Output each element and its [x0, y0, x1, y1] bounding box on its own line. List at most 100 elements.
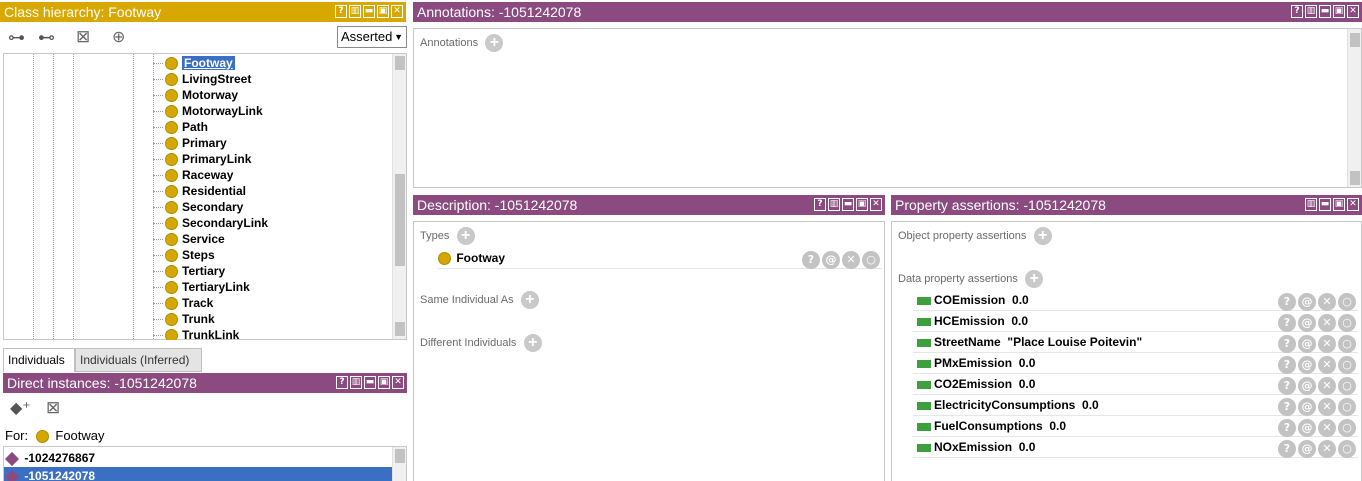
delete-icon[interactable]: ✕ [842, 251, 860, 269]
split-icon[interactable]: ▥ [1305, 198, 1317, 211]
add-sibling-icon[interactable]: ⊷ [38, 28, 55, 48]
add-different-individual-button[interactable]: + [523, 334, 542, 352]
tree-item[interactable]: Secondary [165, 199, 243, 215]
add-data-property-button[interactable]: + [1025, 270, 1044, 288]
tree-item[interactable]: Trunk [165, 311, 215, 327]
tree-item[interactable]: PrimaryLink [165, 151, 251, 167]
explain-icon[interactable]: ? [1278, 377, 1296, 395]
minimize-icon[interactable]: ▬ [1319, 198, 1331, 211]
explain-icon[interactable]: ? [1278, 335, 1296, 353]
add-individual-icon[interactable]: ◆⁺ [10, 398, 31, 418]
data-property-row[interactable]: HCEmission 0.0? @ ✕ ○ [913, 311, 1358, 332]
tree-item[interactable]: Motorway [165, 87, 238, 103]
edit-icon[interactable]: ○ [1338, 293, 1356, 311]
delete-icon[interactable]: ✕ [1318, 293, 1336, 311]
close-icon[interactable]: ✕ [392, 376, 404, 389]
tree-item[interactable]: Track [165, 295, 213, 311]
data-property-row[interactable]: CO2Emission 0.0? @ ✕ ○ [913, 374, 1358, 395]
find-class-icon[interactable]: ⊕ [112, 27, 125, 47]
split-icon[interactable]: ▥ [350, 376, 362, 389]
maximize-icon[interactable]: ▣ [856, 198, 868, 211]
edit-icon[interactable]: ○ [862, 251, 880, 269]
explain-icon[interactable]: ? [1278, 398, 1296, 416]
explain-icon[interactable]: ? [1278, 440, 1296, 458]
data-property-row[interactable]: NOxEmission 0.0? @ ✕ ○ [913, 437, 1358, 458]
tree-item[interactable]: Path [165, 119, 208, 135]
instance-list[interactable]: -1024276867 -1051242078 [3, 446, 407, 481]
edit-icon[interactable]: ○ [1338, 335, 1356, 353]
add-same-individual-button[interactable]: + [520, 291, 539, 309]
minimize-icon[interactable]: ▬ [363, 5, 375, 18]
help-icon[interactable]: ? [335, 5, 347, 18]
view-mode-select[interactable]: Asserted ▼ [337, 26, 407, 48]
delete-class-icon[interactable]: ⊠ [76, 27, 90, 47]
delete-icon[interactable]: ✕ [1318, 356, 1336, 374]
explain-icon[interactable]: ? [802, 251, 820, 269]
minimize-icon[interactable]: ▬ [1319, 5, 1331, 18]
add-type-button[interactable]: + [456, 227, 475, 245]
edit-icon[interactable]: ○ [1338, 419, 1356, 437]
class-tree-scrollbar[interactable] [392, 54, 406, 339]
data-property-row[interactable]: StreetName "Place Louise Poitevin"? @ ✕ ○ [913, 332, 1358, 353]
type-row[interactable]: Footway ? @ ✕ ○ [438, 248, 882, 269]
tree-item[interactable]: Residential [165, 183, 246, 199]
annotate-icon[interactable]: @ [1298, 293, 1316, 311]
split-icon[interactable]: ▥ [349, 5, 361, 18]
data-property-row[interactable]: ElectricityConsumptions 0.0? @ ✕ ○ [913, 395, 1358, 416]
tree-item[interactable]: MotorwayLink [165, 103, 263, 119]
instance-row-selected[interactable]: -1051242078 [4, 467, 392, 481]
close-icon[interactable]: ✕ [870, 198, 882, 211]
explain-icon[interactable]: ? [1278, 314, 1296, 332]
annotate-icon[interactable]: @ [1298, 356, 1316, 374]
data-property-row[interactable]: COEmission 0.0? @ ✕ ○ [913, 290, 1358, 311]
explain-icon[interactable]: ? [1278, 293, 1296, 311]
data-property-row[interactable]: FuelConsumptions 0.0? @ ✕ ○ [913, 416, 1358, 437]
delete-icon[interactable]: ✕ [1318, 440, 1336, 458]
explain-icon[interactable]: ? [1278, 356, 1296, 374]
split-icon[interactable]: ▥ [828, 198, 840, 211]
edit-icon[interactable]: ○ [1338, 377, 1356, 395]
add-object-property-button[interactable]: + [1033, 227, 1052, 245]
maximize-icon[interactable]: ▣ [1333, 198, 1345, 211]
instance-list-scrollbar[interactable] [392, 447, 406, 481]
add-subclass-icon[interactable]: ⊶ [8, 28, 25, 48]
split-icon[interactable]: ▥ [1305, 5, 1317, 18]
tree-item[interactable]: Service [165, 231, 225, 247]
tree-item[interactable]: Raceway [165, 167, 233, 183]
close-icon[interactable]: ✕ [1347, 5, 1359, 18]
annotate-icon[interactable]: @ [1298, 398, 1316, 416]
delete-icon[interactable]: ✕ [1318, 377, 1336, 395]
annotate-icon[interactable]: @ [1298, 440, 1316, 458]
delete-icon[interactable]: ✕ [1318, 314, 1336, 332]
annotations-scrollbar[interactable] [1347, 29, 1361, 187]
delete-icon[interactable]: ✕ [1318, 419, 1336, 437]
help-icon[interactable]: ? [814, 198, 826, 211]
add-annotation-button[interactable]: + [485, 34, 504, 52]
close-icon[interactable]: ✕ [1347, 198, 1359, 211]
tree-item[interactable]: Primary [165, 135, 227, 151]
help-icon[interactable]: ? [336, 376, 348, 389]
maximize-icon[interactable]: ▣ [1333, 5, 1345, 18]
delete-icon[interactable]: ✕ [1318, 398, 1336, 416]
annotate-icon[interactable]: @ [1298, 377, 1316, 395]
edit-icon[interactable]: ○ [1338, 398, 1356, 416]
tree-item[interactable]: SecondaryLink [165, 215, 268, 231]
tab-individuals[interactable]: Individuals [3, 348, 75, 372]
data-property-row[interactable]: PMxEmission 0.0? @ ✕ ○ [913, 353, 1358, 374]
annotate-icon[interactable]: @ [822, 251, 840, 269]
tab-individuals-inferred[interactable]: Individuals (Inferred) [75, 348, 202, 372]
edit-icon[interactable]: ○ [1338, 314, 1356, 332]
maximize-icon[interactable]: ▣ [378, 376, 390, 389]
edit-icon[interactable]: ○ [1338, 356, 1356, 374]
tree-item[interactable]: LivingStreet [165, 71, 251, 87]
tree-item[interactable]: TertiaryLink [165, 279, 250, 295]
instance-row[interactable]: -1024276867 [4, 449, 95, 467]
annotate-icon[interactable]: @ [1298, 335, 1316, 353]
annotate-icon[interactable]: @ [1298, 314, 1316, 332]
annotate-icon[interactable]: @ [1298, 419, 1316, 437]
minimize-icon[interactable]: ▬ [842, 198, 854, 211]
tree-item[interactable]: Tertiary [165, 263, 225, 279]
edit-icon[interactable]: ○ [1338, 440, 1356, 458]
tree-item-selected[interactable]: Footway [165, 55, 235, 71]
explain-icon[interactable]: ? [1278, 419, 1296, 437]
